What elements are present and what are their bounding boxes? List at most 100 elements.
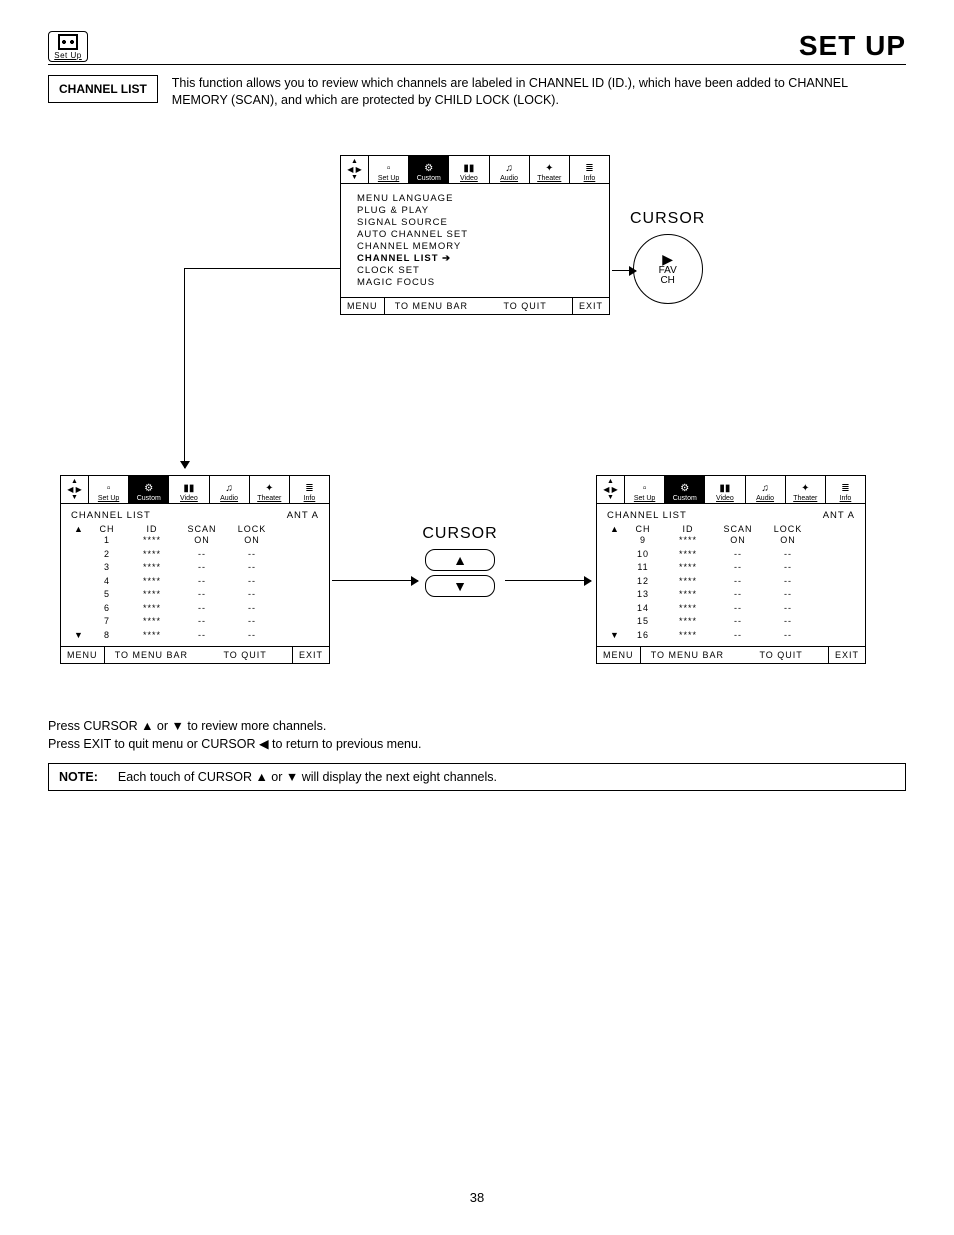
- tab-theater: ✦Theater: [530, 156, 570, 183]
- menu-item-selected: CHANNEL LIST: [357, 253, 597, 264]
- cursor-title: CURSOR: [420, 525, 500, 543]
- table-row: 6****----: [71, 602, 319, 616]
- cell-scan: --: [713, 561, 763, 575]
- tab-custom: ⚙Custom: [665, 476, 705, 503]
- cell-lock: --: [227, 588, 277, 602]
- nav-arrows-icon: ▲ ◀ ▶ ▼: [597, 476, 625, 503]
- cursor-down-button: ▼: [425, 575, 495, 597]
- hdr-scan: SCAN: [177, 524, 227, 534]
- menu-item: MENU LANGUAGE: [357, 193, 597, 204]
- chlist-title: CHANNEL LIST: [607, 510, 687, 521]
- page-title: SET UP: [799, 30, 906, 62]
- hdr-id: ID: [663, 524, 713, 534]
- hdr-scan: SCAN: [713, 524, 763, 534]
- menu-bar: ▲ ◀ ▶ ▼ ▫Set Up ⚙Custom ▮▮Video ♫Audio ✦…: [341, 156, 609, 184]
- chlist-title: CHANNEL LIST: [71, 510, 151, 521]
- table-row: 15****----: [607, 615, 855, 629]
- cell-lock: ON: [227, 534, 277, 548]
- foot-toquit: TO QUIT: [478, 298, 572, 314]
- cell-id: ****: [127, 548, 177, 562]
- tab-audio: ♫Audio: [490, 156, 530, 183]
- table-row: 11****----: [607, 561, 855, 575]
- foot-exit: EXIT: [572, 298, 609, 314]
- tab-custom: ⚙Custom: [409, 156, 449, 183]
- cell-scan: --: [713, 615, 763, 629]
- table-row: 13****----: [607, 588, 855, 602]
- cell-lock: --: [763, 561, 813, 575]
- table-row: 1****ONON: [71, 534, 319, 548]
- cell-lock: --: [227, 575, 277, 589]
- cell-scan: --: [713, 629, 763, 643]
- setup-icon-label: Set Up: [49, 51, 87, 60]
- cell-id: ****: [127, 575, 177, 589]
- cell-ch: 7: [87, 615, 127, 629]
- hdr-lock: LOCK: [763, 524, 813, 534]
- cell-id: ****: [127, 561, 177, 575]
- tab-custom: ⚙Custom: [129, 476, 169, 503]
- cell-scan: --: [177, 602, 227, 616]
- row-arrow-icon: [607, 588, 623, 602]
- right-arrow-icon: ▶: [662, 252, 673, 266]
- foot-toquit: TO QUIT: [734, 647, 828, 663]
- cell-id: ****: [127, 615, 177, 629]
- channel-list-osd-2: ▲ ◀ ▶ ▼ ▫Set Up ⚙Custom ▮▮Video ♫Audio ✦…: [596, 475, 866, 664]
- foot-menu: MENU: [341, 298, 385, 314]
- intro-text: This function allows you to review which…: [172, 75, 906, 109]
- row-arrow-icon: [71, 575, 87, 589]
- cell-ch: 6: [87, 602, 127, 616]
- cell-ch: 2: [87, 548, 127, 562]
- channel-list-label: CHANNEL LIST: [48, 75, 158, 103]
- cell-ch: 4: [87, 575, 127, 589]
- cell-lock: --: [763, 602, 813, 616]
- instruction-line-1: Press CURSOR ▲ or ▼ to review more chann…: [48, 718, 906, 736]
- cell-ch: 11: [623, 561, 663, 575]
- foot-tomenubar: TO MENU BAR: [641, 647, 735, 663]
- cell-id: ****: [663, 548, 713, 562]
- cell-ch: 16: [623, 629, 663, 643]
- tab-setup: ▫Set Up: [369, 156, 409, 183]
- cell-lock: --: [227, 602, 277, 616]
- cell-scan: --: [177, 615, 227, 629]
- row-arrow-icon: [607, 561, 623, 575]
- cell-scan: --: [713, 548, 763, 562]
- foot-menu: MENU: [61, 647, 105, 663]
- cell-lock: --: [227, 548, 277, 562]
- cell-id: ****: [663, 629, 713, 643]
- tab-setup: ▫Set Up: [89, 476, 129, 503]
- table-row: 9****ONON: [607, 534, 855, 548]
- row-arrow-icon: [71, 615, 87, 629]
- tab-video: ▮▮Video: [169, 476, 209, 503]
- table-row: 10****----: [607, 548, 855, 562]
- tab-info: ≣Info: [826, 476, 865, 503]
- tab-setup: ▫Set Up: [625, 476, 665, 503]
- foot-menu: MENU: [597, 647, 641, 663]
- tab-theater: ✦Theater: [250, 476, 290, 503]
- table-row: 2****----: [71, 548, 319, 562]
- up-arrow-icon: ▲: [607, 524, 623, 534]
- row-arrow-icon: [71, 548, 87, 562]
- arrow-right-2: [332, 580, 418, 581]
- table-row: ▼8****----: [71, 629, 319, 643]
- cell-ch: 1: [87, 534, 127, 548]
- cell-scan: --: [177, 561, 227, 575]
- channel-list-body: CHANNEL LIST ANT A ▲ CH ID SCAN LOCK 1**…: [61, 504, 329, 646]
- cursor-title: CURSOR: [630, 210, 705, 228]
- hdr-ch: CH: [623, 524, 663, 534]
- cell-ch: 13: [623, 588, 663, 602]
- table-row: 7****----: [71, 615, 319, 629]
- nav-arrows-icon: ▲ ◀ ▶ ▼: [341, 156, 369, 183]
- cell-ch: 9: [623, 534, 663, 548]
- note-label: NOTE:: [59, 770, 98, 784]
- instruction-line-2: Press EXIT to quit menu or CURSOR ◀ to r…: [48, 736, 906, 754]
- row-arrow-icon: [607, 548, 623, 562]
- cell-id: ****: [127, 629, 177, 643]
- table-row: 3****----: [71, 561, 319, 575]
- hdr-lock: LOCK: [227, 524, 277, 534]
- menu-item: PLUG & PLAY: [357, 205, 597, 216]
- menu-bar: ▲ ◀ ▶ ▼ ▫Set Up ⚙Custom ▮▮Video ♫Audio ✦…: [597, 476, 865, 504]
- nav-arrows-icon: ▲ ◀ ▶ ▼: [61, 476, 89, 503]
- osd-footer: MENU TO MENU BAR TO QUIT EXIT: [61, 646, 329, 663]
- cell-scan: --: [713, 602, 763, 616]
- cell-ch: 8: [87, 629, 127, 643]
- row-arrow-icon: [71, 534, 87, 548]
